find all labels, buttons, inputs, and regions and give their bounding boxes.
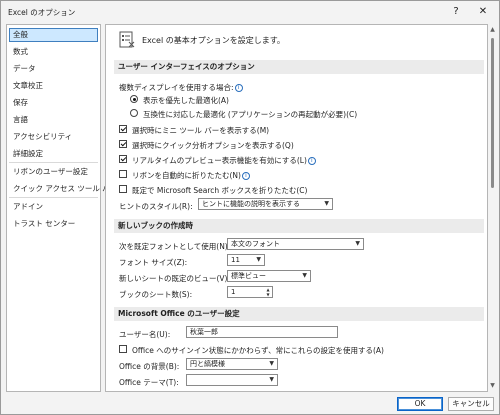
sidebar-item-addins[interactable]: アドイン: [9, 200, 98, 214]
scroll-up-icon[interactable]: ▲: [488, 26, 497, 34]
office-theme-label: Office テーマ(T):: [119, 378, 179, 387]
sidebar-item-trust-center[interactable]: トラスト センター: [9, 217, 98, 231]
default-view-label: 新しいシートの既定のビュー(V):: [119, 274, 231, 283]
username-label: ユーザー名(U):: [119, 330, 171, 339]
default-font-select[interactable]: 本文のフォント ▼: [227, 238, 364, 250]
sidebar-item-advanced[interactable]: 詳細設定: [9, 147, 98, 161]
checkbox-mini-toolbar-label[interactable]: 選択時にミニ ツール バーを表示する(M): [132, 125, 269, 136]
page-header: Excel の基本オプションを設定します。: [142, 36, 285, 45]
sidebar-item-save[interactable]: 保存: [9, 96, 98, 110]
help-button[interactable]: ?: [445, 4, 467, 20]
font-size-label: フォント サイズ(Z):: [119, 258, 188, 267]
live-preview-text: リアルタイムのプレビュー表示機能を有効にする(L): [132, 156, 307, 165]
spin-arrows-icon[interactable]: ▲ ▼: [265, 287, 271, 297]
default-view-select[interactable]: 標準ビュー ▼: [227, 270, 311, 282]
options-dialog: Excel のオプション ? ✕ 全般 数式 データ 文章校正 保存 言語 アク…: [0, 0, 500, 415]
checkbox-ribbon-collapse[interactable]: [119, 170, 127, 178]
scroll-thumb[interactable]: [491, 38, 494, 188]
dialog-title: Excel のオプション: [8, 8, 76, 17]
radio-optimize-appearance-label[interactable]: 表示を優先した最適化(A): [143, 95, 229, 106]
sidebar-divider: [9, 162, 98, 163]
info-icon: i: [234, 84, 243, 92]
checkbox-always-use-settings[interactable]: [119, 345, 127, 353]
tooltip-style-label: ヒントのスタイル(R):: [119, 202, 193, 211]
cancel-button[interactable]: キャンセル: [448, 397, 494, 411]
ribbon-collapse-text: リボンを自動的に折りたたむ(N): [132, 171, 241, 180]
sidebar-item-customize-ribbon[interactable]: リボンのユーザー設定: [9, 165, 98, 179]
chevron-down-icon: ▼: [355, 240, 360, 247]
checkbox-mini-toolbar[interactable]: [119, 125, 127, 133]
info-icon: i: [241, 172, 250, 180]
sheet-count-value: 1: [231, 288, 236, 296]
default-view-value: 標準ビュー: [231, 272, 266, 280]
username-input[interactable]: 秋葉一郎: [186, 326, 338, 338]
tooltip-style-select[interactable]: ヒントに機能の説明を表示する ▼: [198, 198, 333, 210]
options-content-panel: Excel の基本オプションを設定します。 ユーザー インターフェイスのオプショ…: [105, 24, 488, 392]
ok-button[interactable]: OK: [397, 397, 443, 411]
multi-display-label: 複数ディスプレイを使用する場合: i: [119, 82, 243, 93]
default-font-value: 本文のフォント: [231, 240, 280, 248]
radio-optimize-compat-label[interactable]: 互換性に対応した最適化 (アプリケーションの再起動が必要)(C): [143, 109, 357, 120]
radio-optimize-compat[interactable]: [130, 109, 138, 117]
scroll-down-icon[interactable]: ▼: [488, 382, 497, 390]
checkbox-ribbon-collapse-label[interactable]: リボンを自動的に折りたたむ(N) i: [132, 170, 250, 181]
sidebar-item-data[interactable]: データ: [9, 62, 98, 76]
sidebar-item-proofing[interactable]: 文章校正: [9, 79, 98, 93]
title-bar: Excel のオプション ? ✕: [1, 1, 499, 23]
sidebar-item-formulas[interactable]: 数式: [9, 45, 98, 59]
sidebar-divider: [9, 197, 98, 198]
section-new-workbook: 新しいブックの作成時: [114, 219, 484, 233]
chevron-down-icon: ▼: [302, 272, 307, 279]
content-scrollbar[interactable]: ▲ ▼: [488, 24, 497, 392]
sidebar-item-accessibility[interactable]: アクセシビリティ: [9, 130, 98, 144]
checkbox-quick-analysis-label[interactable]: 選択時にクイック分析オプションを表示する(Q): [132, 140, 294, 151]
section-ui-options: ユーザー インターフェイスのオプション: [114, 60, 484, 74]
info-icon: i: [307, 157, 316, 165]
multi-display-text: 複数ディスプレイを使用する場合:: [119, 83, 234, 92]
office-background-value: 円と縞模様: [190, 360, 225, 368]
sidebar-item-general[interactable]: 全般: [9, 28, 98, 42]
office-background-select[interactable]: 円と縞模様 ▼: [186, 358, 278, 370]
sidebar-item-quick-access-toolbar[interactable]: クイック アクセス ツール バー: [9, 182, 117, 196]
chevron-down-icon: ▼: [256, 256, 261, 263]
default-font-label: 次を既定フォントとして使用(N):: [119, 242, 231, 251]
sheet-count-label: ブックのシート数(S):: [119, 290, 193, 299]
sheet-count-stepper[interactable]: 1 ▲ ▼: [227, 286, 273, 298]
tooltip-style-value: ヒントに機能の説明を表示する: [202, 200, 300, 208]
font-size-value: 11: [231, 256, 240, 264]
chevron-down-icon: ▼: [269, 360, 274, 367]
category-sidebar: 全般 数式 データ 文章校正 保存 言語 アクセシビリティ 詳細設定 リボンのユ…: [6, 24, 117, 392]
chevron-down-icon: ▼: [324, 200, 329, 207]
section-office-personalize: Microsoft Office のユーザー設定: [114, 307, 484, 321]
radio-optimize-appearance[interactable]: [130, 95, 138, 103]
checkbox-quick-analysis[interactable]: [119, 140, 127, 148]
checkbox-search-collapse-label[interactable]: 既定で Microsoft Search ボックスを折りたたむ(C): [132, 185, 307, 196]
checkbox-always-use-settings-label[interactable]: Office へのサインイン状態にかかわらず、常にこれらの設定を使用する(A): [132, 345, 384, 356]
checkbox-live-preview-label[interactable]: リアルタイムのプレビュー表示機能を有効にする(L) i: [132, 155, 316, 166]
sidebar-item-language[interactable]: 言語: [9, 113, 98, 127]
close-button[interactable]: ✕: [472, 4, 494, 20]
office-theme-select[interactable]: ▼: [186, 374, 278, 386]
chevron-down-icon: ▼: [269, 376, 274, 383]
office-background-label: Office の背景(B):: [119, 362, 180, 371]
font-size-select[interactable]: 11 ▼: [227, 254, 265, 266]
checkbox-live-preview[interactable]: [119, 155, 127, 163]
checkbox-search-collapse[interactable]: [119, 185, 127, 193]
general-options-icon: [119, 31, 135, 48]
